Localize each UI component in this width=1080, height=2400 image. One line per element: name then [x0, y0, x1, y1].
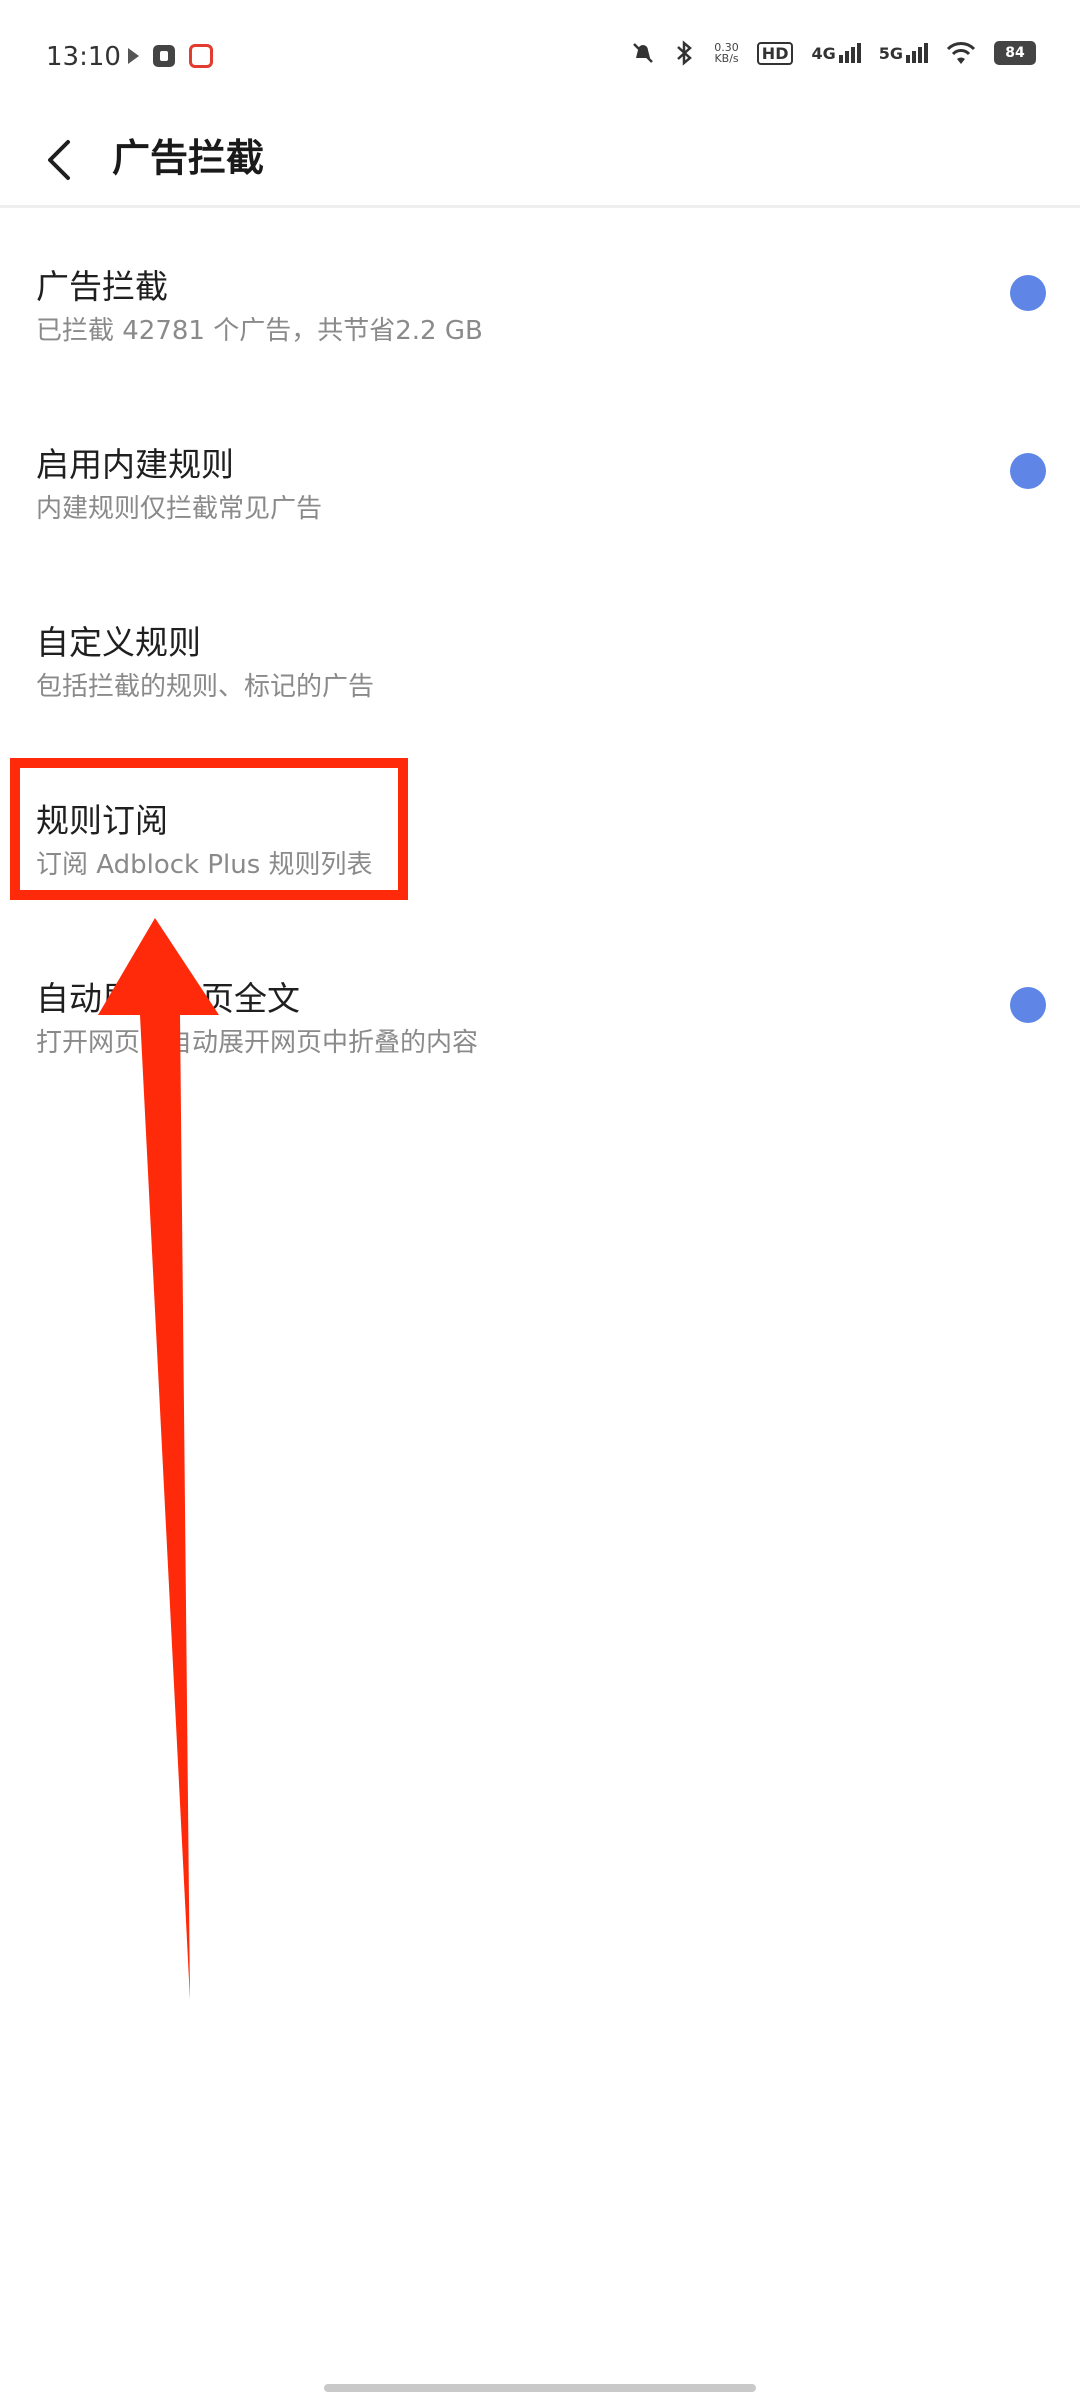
notification-icons	[128, 44, 213, 68]
signal-bars-icon	[838, 43, 861, 63]
setting-item-ad-block[interactable]: 广告拦截 已拦截 42781 个广告，共节省2.2 GB	[0, 230, 1080, 380]
toggle-switch[interactable]	[1010, 987, 1046, 1023]
chevron-left-icon	[48, 140, 70, 180]
annotation-highlight-box	[10, 758, 408, 900]
setting-item-builtin-rules[interactable]: 启用内建规则 内建规则仅拦截常见广告	[0, 408, 1080, 558]
setting-subtitle: 已拦截 42781 个广告，共节省2.2 GB	[36, 316, 483, 346]
signal-bars-icon	[906, 43, 928, 63]
bluetooth-icon	[677, 40, 693, 66]
app-notification-icon	[153, 45, 175, 67]
signal-5g: 5G	[879, 43, 928, 63]
app-bar: 广告拦截	[0, 110, 1080, 208]
red-app-notification-icon	[189, 44, 213, 68]
setting-title: 启用内建规则	[36, 445, 234, 484]
battery-icon: 84	[994, 41, 1036, 65]
setting-title: 广告拦截	[36, 267, 168, 306]
setting-subtitle: 包括拦截的规则、标记的广告	[36, 672, 375, 702]
signal-4g: 4G	[811, 43, 861, 63]
status-bar: 13:10 0.30 KB/s HD 4G 5G 84	[0, 0, 1080, 110]
toggle-switch[interactable]	[1010, 453, 1046, 489]
play-icon	[128, 48, 139, 64]
setting-item-auto-expand[interactable]: 自动展开网页全文 打开网页时自动展开网页中折叠的内容	[0, 942, 1080, 1092]
status-time: 13:10	[46, 42, 121, 72]
setting-item-custom-rules[interactable]: 自定义规则 包括拦截的规则、标记的广告	[0, 586, 1080, 736]
hd-voice-icon: HD	[756, 41, 794, 65]
setting-subtitle: 内建规则仅拦截常见广告	[36, 494, 323, 524]
setting-title: 自动展开网页全文	[36, 979, 300, 1018]
mute-icon	[633, 43, 654, 63]
page-title: 广告拦截	[112, 136, 265, 180]
setting-subtitle: 打开网页时自动展开网页中折叠的内容	[36, 1028, 479, 1058]
toggle-switch[interactable]	[1010, 275, 1046, 311]
system-status-icons: 0.30 KB/s HD 4G 5G 84	[630, 40, 1036, 66]
network-speed: 0.30 KB/s	[714, 41, 739, 65]
setting-title: 自定义规则	[36, 623, 201, 662]
back-button[interactable]	[38, 130, 98, 190]
home-indicator	[324, 2384, 756, 2392]
wifi-icon	[946, 42, 976, 64]
